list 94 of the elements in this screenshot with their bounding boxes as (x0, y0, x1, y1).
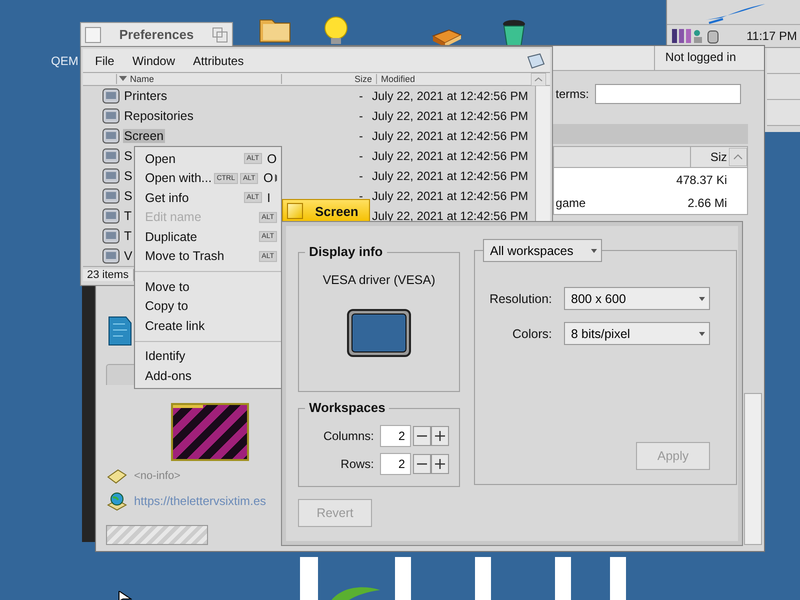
modified-date: July 22, 2021 at 12:42:56 PM (371, 89, 528, 103)
book-icon[interactable] (431, 28, 463, 48)
increment-button[interactable] (431, 426, 449, 446)
file-size: - (358, 89, 363, 103)
modified-date: July 22, 2021 at 12:42:56 PM (371, 169, 528, 183)
app-icon[interactable] (101, 227, 121, 245)
dropdown-arrow-icon (591, 248, 597, 252)
menu-item[interactable]: File (95, 54, 114, 68)
account-menu[interactable]: Not logged in (654, 46, 746, 70)
desktop-icon-label: QEM (51, 54, 78, 68)
file-size: - (358, 149, 363, 163)
menu-item[interactable]: Move to (135, 277, 281, 296)
modified-date: July 22, 2021 at 12:42:56 PM (371, 109, 528, 123)
file-size: - (358, 129, 363, 143)
screenshot-thumbnail[interactable] (171, 403, 249, 461)
file-size: - (358, 169, 363, 183)
field-label: Columns: (323, 429, 374, 443)
workspace-dropdown[interactable]: All workspaces (483, 239, 602, 262)
field-label: Colors: (512, 326, 552, 340)
decrement-button[interactable] (413, 426, 431, 446)
file-size: - (358, 109, 363, 123)
app-icon[interactable] (101, 87, 121, 105)
sort-arrow-icon (119, 76, 127, 82)
globe-icon (106, 491, 128, 511)
search-field[interactable] (594, 84, 741, 104)
modified-date: July 22, 2021 at 12:42:56 PM (371, 209, 528, 223)
column-title: Name (130, 74, 154, 84)
modified-date: July 22, 2021 at 12:42:56 PM (371, 129, 528, 143)
menu-item[interactable]: Create link (135, 316, 281, 336)
number-field[interactable]: 2 (380, 453, 411, 475)
group-title: Display info (305, 244, 387, 259)
app-icon[interactable] (101, 127, 121, 145)
dropdown[interactable]: 800 x 600 (564, 287, 710, 310)
menu-item[interactable]: Attributes (193, 54, 244, 68)
scroll-bar[interactable] (744, 393, 762, 545)
menu-item[interactable]: Identify (135, 346, 281, 366)
file-name[interactable]: S (123, 149, 134, 163)
increment-button[interactable] (431, 454, 449, 474)
file-name[interactable]: T (123, 209, 133, 223)
plus-icon (434, 458, 446, 470)
app-icon[interactable] (101, 147, 121, 165)
menu-item[interactable]: Add-ons (135, 366, 281, 386)
modified-date: July 22, 2021 at 12:42:56 PM (371, 189, 528, 203)
app-icon[interactable] (101, 107, 121, 125)
monitor-icon (347, 309, 411, 357)
app-icon[interactable] (101, 207, 121, 225)
table-cell: game (556, 196, 586, 210)
dropdown[interactable]: 8 bits/pixel (564, 322, 710, 345)
app-icon[interactable] (101, 187, 121, 205)
field-label: Resolution: (489, 292, 552, 306)
light-bulb-icon[interactable] (322, 16, 350, 46)
file-name[interactable]: S (123, 189, 134, 203)
shortcut-key: O (260, 171, 274, 186)
column-header[interactable]: Name (116, 74, 281, 84)
plus-icon (434, 430, 446, 442)
dropdown-arrow-icon (699, 296, 705, 300)
window-tab[interactable]: Screen (282, 199, 370, 222)
modified-date: July 22, 2021 at 12:42:56 PM (371, 149, 528, 163)
table-cell: 478.37 Ki (676, 172, 727, 186)
dropdown-arrow-icon (699, 332, 705, 336)
file-name[interactable]: V (123, 249, 134, 263)
item-count: 23 items (83, 269, 134, 281)
table-cell: 2.66 Mi (688, 196, 727, 210)
window-title: Preferences (118, 27, 195, 42)
file-name[interactable]: Repositories (123, 109, 194, 123)
app-icon[interactable] (101, 167, 121, 185)
file-name[interactable]: T (123, 229, 133, 243)
info-text: <no-info> (134, 470, 180, 482)
file-name[interactable]: Printers (123, 89, 168, 103)
tray-icons-drawing[interactable] (671, 28, 721, 44)
note-icon (106, 467, 128, 485)
group-title: Workspaces (305, 400, 390, 415)
field-label: Rows: (340, 457, 374, 471)
close-button[interactable] (85, 26, 101, 42)
file-name[interactable]: Screen (123, 129, 165, 143)
menu-item[interactable]: Copy to (135, 296, 281, 316)
number-field[interactable]: 2 (380, 425, 411, 447)
file-name[interactable]: S (123, 169, 134, 183)
window-title: Screen (315, 204, 358, 218)
column-header[interactable]: Siz (691, 150, 729, 164)
column-header[interactable]: Size (281, 74, 376, 84)
menu-item[interactable]: Window (132, 54, 176, 68)
shortcut-key: I (264, 190, 277, 205)
decrement-button[interactable] (413, 454, 431, 474)
clock[interactable]: 11:17 PM (746, 29, 797, 43)
scroll-up-icon[interactable] (531, 72, 546, 86)
search-label: terms: (556, 87, 589, 101)
shortcut-key: O (264, 152, 277, 166)
window-tab[interactable]: Preferences (80, 22, 233, 46)
mouse-pointer-icon (118, 591, 132, 600)
close-button[interactable] (287, 203, 303, 219)
app-icon[interactable] (101, 247, 121, 265)
driver-name: VESA driver (VESA) (322, 273, 436, 287)
trash-can-icon[interactable] (500, 18, 528, 48)
